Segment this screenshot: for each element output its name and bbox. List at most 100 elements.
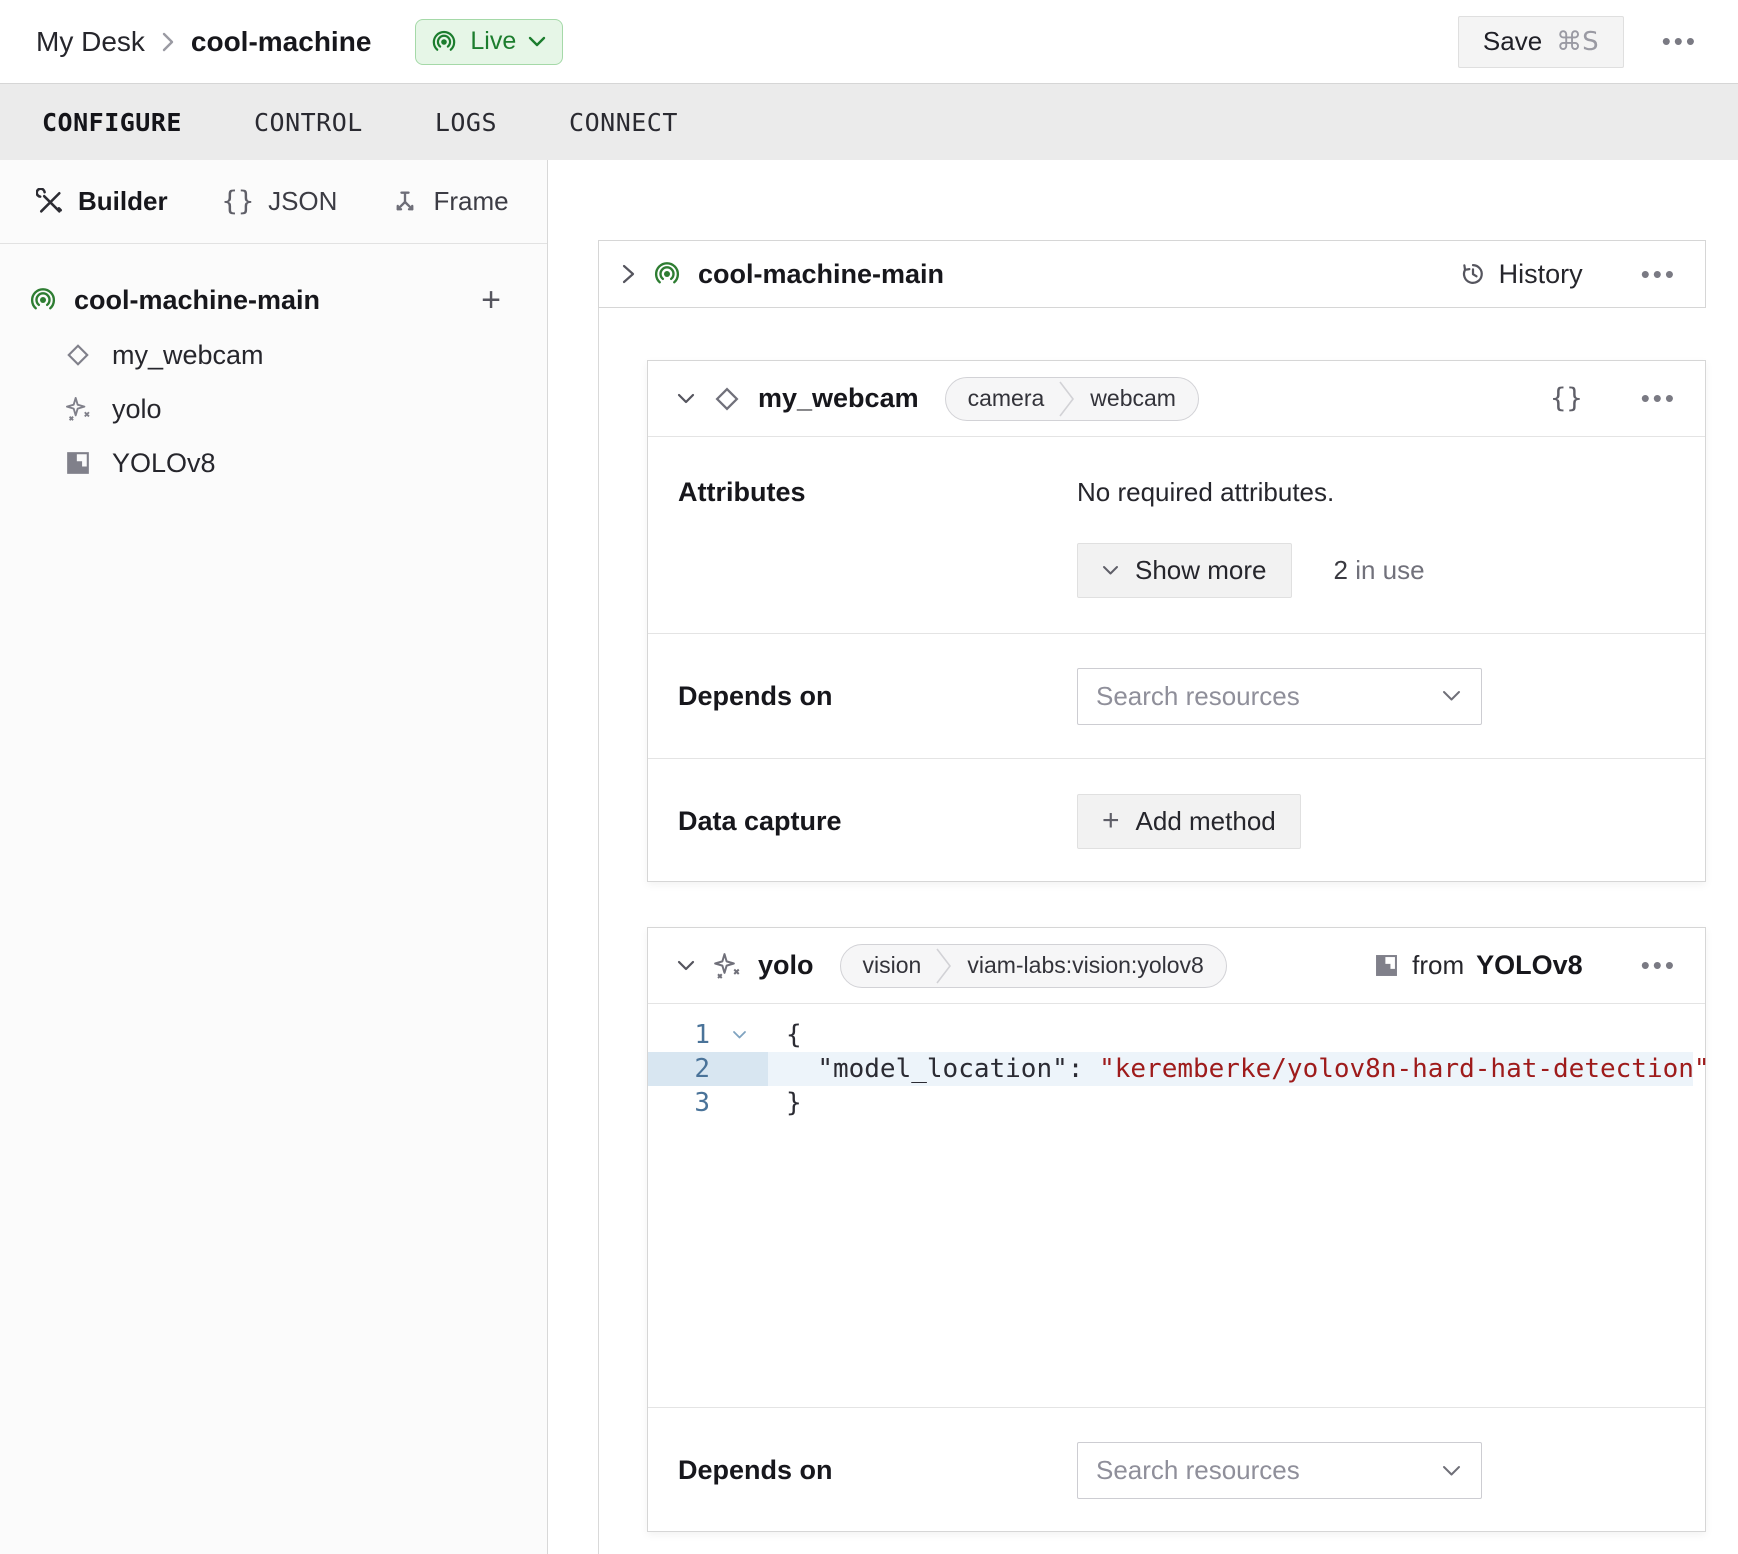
depends-on-label: Depends on xyxy=(678,681,1077,712)
yolo-depends-on-select[interactable]: Search resources xyxy=(1077,1442,1482,1499)
broadcast-icon xyxy=(430,28,458,56)
save-button[interactable]: Save ⌘S xyxy=(1458,16,1624,68)
editor-line-1: 1 { xyxy=(648,1018,1705,1052)
braces-icon: {} xyxy=(222,186,255,217)
broadcast-icon xyxy=(28,285,58,315)
tab-connect[interactable]: CONNECT xyxy=(569,108,678,137)
tree-item-yolov8-label: YOLOv8 xyxy=(112,448,216,479)
editor-line-2-highlighted: 2 "model_location": "keremberke/yolov8n-… xyxy=(648,1052,1693,1086)
line-number: 3 xyxy=(648,1086,710,1120)
webcam-config-card: my_webcam camera webcam {} ••• Attribute… xyxy=(647,360,1706,882)
resource-tree: cool-machine-main + my_webcam xyxy=(0,244,547,490)
add-method-button[interactable]: + Add method xyxy=(1077,794,1301,849)
add-resource-button[interactable]: + xyxy=(481,283,501,317)
tree-connector-line xyxy=(598,308,599,1554)
module-icon xyxy=(64,449,92,477)
json-attributes-editor[interactable]: 1 { 2 "model_location": "keremberke/y xyxy=(648,1004,1705,1408)
view-tab-builder-label: Builder xyxy=(78,186,168,217)
tree-item-machine-main-label: cool-machine-main xyxy=(74,285,320,316)
code-text: } xyxy=(768,1086,802,1120)
tag-separator-chevron xyxy=(1056,377,1078,421)
edit-json-braces-button[interactable]: {} xyxy=(1550,383,1583,414)
history-label: History xyxy=(1499,259,1583,290)
history-button[interactable]: History xyxy=(1459,259,1583,290)
from-module-name[interactable]: YOLOv8 xyxy=(1476,950,1583,981)
from-prefix: from xyxy=(1412,950,1464,981)
code-text: "model_location": "keremberke/yolov8n-ha… xyxy=(768,1052,1710,1086)
page-body: Builder {} JSON Frame xyxy=(0,160,1738,1554)
yolo-config-card: yolo vision viam-labs:vision:yolov8 xyxy=(647,927,1706,1532)
header-overflow-menu[interactable]: ••• xyxy=(1662,26,1698,57)
yolo-card-header: yolo vision viam-labs:vision:yolov8 xyxy=(648,928,1705,1004)
view-tab-json[interactable]: {} JSON xyxy=(222,186,338,217)
broadcast-icon xyxy=(652,259,682,289)
chevron-right-icon[interactable] xyxy=(621,262,636,286)
save-button-label: Save xyxy=(1483,26,1542,57)
yolo-card-menu[interactable]: ••• xyxy=(1641,950,1677,981)
webcam-card-menu[interactable]: ••• xyxy=(1641,383,1677,414)
chevron-down-icon[interactable] xyxy=(676,959,696,972)
attributes-label: Attributes xyxy=(678,477,1077,633)
component-diamond-icon xyxy=(712,384,742,414)
show-more-button[interactable]: Show more xyxy=(1077,543,1292,598)
attributes-empty-text: No required attributes. xyxy=(1077,477,1425,507)
tree-item-yolov8-module[interactable]: YOLOv8 xyxy=(0,436,547,490)
depends-on-select[interactable]: Search resources xyxy=(1077,668,1482,725)
tag-separator-chevron xyxy=(933,944,955,988)
tab-logs[interactable]: LOGS xyxy=(435,108,497,137)
json-string-value: "keremberke/yolov8n-hard-hat-detection" xyxy=(1099,1054,1709,1084)
live-status-badge[interactable]: Live xyxy=(415,19,563,65)
code-text: { xyxy=(768,1018,802,1052)
save-shortcut-hint: ⌘S xyxy=(1556,27,1599,57)
fold-chevron-icon[interactable] xyxy=(710,1018,768,1052)
yolo-type-model-tag: vision viam-labs:vision:yolov8 xyxy=(840,944,1227,988)
data-capture-section: Data capture + Add method xyxy=(648,758,1705,883)
webcam-card-title: my_webcam xyxy=(758,383,919,414)
attributes-in-use-count: 2 in use xyxy=(1334,555,1425,586)
depends-on-section: Depends on Search resources xyxy=(648,633,1705,758)
model-tag: webcam xyxy=(1078,385,1198,412)
depends-on-placeholder: Search resources xyxy=(1096,1455,1300,1486)
tab-configure[interactable]: CONFIGURE xyxy=(42,108,182,137)
fold-spacer xyxy=(710,1052,768,1086)
tree-item-yolo[interactable]: yolo xyxy=(0,382,547,436)
tree-item-machine-main[interactable]: cool-machine-main + xyxy=(0,272,547,328)
line-number: 2 xyxy=(648,1052,710,1086)
sidebar-view-tabs: Builder {} JSON Frame xyxy=(0,160,547,244)
attributes-content: No required attributes. Show more 2 in u… xyxy=(1077,477,1425,633)
view-tab-builder[interactable]: Builder xyxy=(36,186,168,217)
chevron-right-icon xyxy=(161,31,175,53)
json-key: "model_location" xyxy=(817,1054,1067,1084)
tree-item-my-webcam-label: my_webcam xyxy=(112,340,264,371)
depends-on-label: Depends on xyxy=(678,1455,1077,1486)
model-tag: viam-labs:vision:yolov8 xyxy=(955,952,1225,979)
chevron-down-icon xyxy=(528,36,546,47)
nav-tabbar: CONFIGURE CONTROL LOGS CONNECT xyxy=(0,84,1738,160)
top-header: My Desk cool-machine Live Save ⌘S xyxy=(0,0,1738,84)
type-tag: vision xyxy=(841,952,934,979)
service-sparkles-icon xyxy=(64,395,92,423)
editor-line-3: 3 } xyxy=(648,1086,1705,1120)
attributes-actions: Show more 2 in use xyxy=(1077,543,1425,598)
depends-on-placeholder: Search resources xyxy=(1096,681,1300,712)
chevron-down-icon[interactable] xyxy=(676,392,696,405)
view-tab-json-label: JSON xyxy=(268,186,337,217)
module-icon xyxy=(1373,952,1400,979)
attributes-section: Attributes No required attributes. Show … xyxy=(648,437,1705,633)
plus-icon: + xyxy=(1102,804,1120,838)
type-tag: camera xyxy=(946,385,1057,412)
sidebar: Builder {} JSON Frame xyxy=(0,160,548,1554)
breadcrumb-current: cool-machine xyxy=(191,26,371,58)
tree-item-yolo-label: yolo xyxy=(112,394,162,425)
breadcrumb-parent[interactable]: My Desk xyxy=(36,26,145,58)
breadcrumb: My Desk cool-machine xyxy=(36,26,371,58)
fold-spacer xyxy=(710,1086,768,1120)
machine-card-menu[interactable]: ••• xyxy=(1641,259,1677,290)
tab-control[interactable]: CONTROL xyxy=(254,108,363,137)
view-tab-frame[interactable]: Frame xyxy=(391,186,508,217)
history-clock-icon xyxy=(1459,260,1487,288)
yolo-card-title: yolo xyxy=(758,950,814,981)
webcam-card-header: my_webcam camera webcam {} ••• xyxy=(648,361,1705,437)
config-main-area: cool-machine-main History ••• xyxy=(548,160,1738,1554)
tree-item-my-webcam[interactable]: my_webcam xyxy=(0,328,547,382)
